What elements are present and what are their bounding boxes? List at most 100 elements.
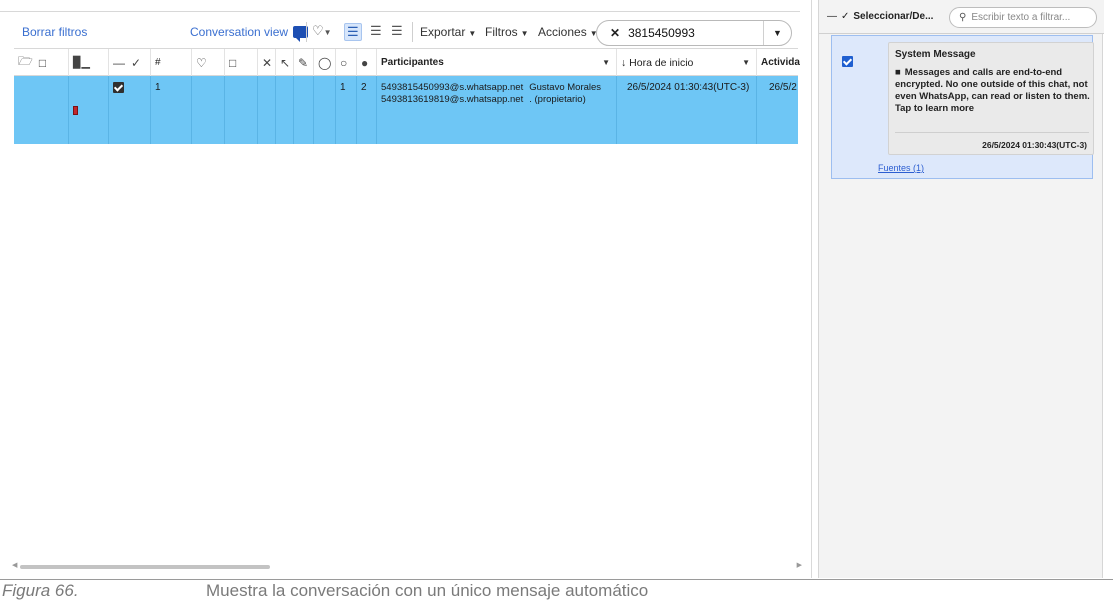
folder-cell [14,76,69,144]
scrollbar-thumb[interactable] [20,565,270,569]
export-menu[interactable]: Exportar ▼ [420,25,476,39]
folder-icon: □ [38,55,47,70]
comment-column-header[interactable]: □ [225,49,258,76]
participant-phone: 5493815450993@s.whatsapp.net [381,82,524,93]
location-cell [314,76,336,144]
list-view-icon[interactable]: ☰ [344,23,362,41]
paperclip-icon: ✎ [298,55,309,70]
chevron-down-icon[interactable]: ▼ [742,58,750,67]
message-panel-toolbar: — ✓ Seleccionar/De... ⚲ Escribir texto a… [819,0,1104,34]
message-filter-input[interactable]: ⚲ Escribir texto a filtrar... [949,7,1097,28]
start-time-cell: 26/5/2024 01:30:43(UTC-3) [617,76,757,144]
select-deselect-label: Seleccionar/De... [853,11,934,22]
conversation-view-label: Conversation view [190,25,289,39]
actions-label: Acciones [538,25,587,39]
folder-column-header[interactable]: 🗁 □ [14,49,69,76]
folder-open-icon: 🗁 [18,54,33,68]
figure-number: Figura 66. [2,581,79,600]
flag-marker [73,106,78,115]
participants-column-header[interactable]: Participantes ▼ [377,49,617,76]
deleted-column-header[interactable]: ✕ [258,49,276,76]
message-bubble: System Message ■ Messages and calls are e… [888,42,1094,155]
check-icon: ✓ [131,55,142,70]
cursor-icon: ↖ [280,55,291,70]
toolbar-divider [306,22,307,42]
participant-phone: 5493813619819@s.whatsapp.net [381,94,524,105]
sources-link[interactable]: Fuentes (1) [878,163,924,173]
number-header-label: # [155,57,161,68]
conversation-view-button[interactable]: Conversation view [190,25,309,42]
filters-menu[interactable]: Filtros ▼ [485,25,529,39]
group-icon: ● [361,55,369,70]
number-cell: 1 [151,76,192,144]
figure-caption: Figura 66. Muestra la conversación con u… [0,579,1113,602]
tag-icon: ♡ [196,55,207,70]
message-body: ■ Messages and calls are end-to-end encry… [895,67,1093,115]
chat-column-header[interactable]: ○ [336,49,357,76]
clear-filters-link[interactable]: Borrar filtros [22,25,87,39]
conversations-table: 🗁 □ ▉▁ — ✓ # ♡ □ ✕ ↖ ✎ ◯ ○ ● Participantes… [14,48,800,144]
conversations-panel: Borrar filtros Conversation view ♡▼ ☰ ☰ … [0,0,812,578]
participant-name: Gustavo Morales [529,82,602,93]
tag-column-header[interactable]: ♡ [192,49,225,76]
figure-description: Muestra la conversación con un único men… [206,581,649,600]
table-header: 🗁 □ ▉▁ — ✓ # ♡ □ ✕ ↖ ✎ ◯ ○ ● Participantes… [14,48,800,76]
actions-menu[interactable]: Acciones ▼ [538,25,598,39]
app-window: Borrar filtros Conversation view ♡▼ ☰ ☰ … [0,0,1113,602]
message-sender: System Message [895,49,976,60]
chat-count-cell: 1 [336,76,357,144]
flag-cell [69,76,109,144]
select-column-header[interactable]: — ✓ [109,49,151,76]
comment-icon: □ [229,55,237,70]
participant-name: . (propietario) [529,94,586,105]
participants-header-label: Participantes [381,57,444,68]
close-icon: ✕ [262,55,273,70]
message-checkbox[interactable] [842,56,853,67]
chat-bubble-icon: ○ [340,55,348,70]
participants-cell: 5493815450993@s.whatsapp.net Gustavo Mora… [377,76,617,144]
search-dropdown-icon[interactable]: ▼ [763,21,791,45]
row-checkbox[interactable] [113,82,124,93]
start-time-header-label: ↓ Hora de inicio [621,56,694,69]
horizontal-scrollbar[interactable]: ◀ ▶ [12,561,802,571]
number-column-header[interactable]: # [151,49,192,76]
toolbar-divider [412,22,413,42]
deleted-cell [258,76,276,144]
start-time-column-header[interactable]: ↓ Hora de inicio ▼ [617,49,757,76]
select-cell[interactable] [109,76,151,144]
dash-icon: — [113,55,125,70]
top-strip [0,0,800,12]
attachment-column-header[interactable]: ✎ [294,49,314,76]
search-icon: ⚲ [959,12,967,23]
activity-cell: 26/5/2 [769,82,797,93]
checklist-icon[interactable]: ☰ [370,23,382,39]
scroll-left-icon[interactable]: ◀ [12,561,17,569]
message-item[interactable]: System Message ■ Messages and calls are e… [831,35,1094,179]
activity-header-label: Activida [761,57,800,68]
comment-cell [225,76,258,144]
filters-label: Filtros [485,25,518,39]
table-row[interactable]: 1 1 2 5493815450993@s.whatsapp.net Gustav… [14,76,798,144]
bar-chart-column-header[interactable]: ▉▁ [69,49,109,76]
check-icon: ✓ [841,11,850,22]
message-panel: — ✓ Seleccionar/De... ⚲ Escribir texto a… [818,0,1104,578]
message-text: Messages and calls are end-to-end encryp… [895,67,1090,114]
activity-column-header[interactable]: Activida [757,49,800,76]
message-filter-placeholder: Escribir texto a filtrar... [971,12,1071,23]
location-pin-icon: ◯ [318,55,332,70]
lock-icon: ■ [895,67,901,78]
toolbar: Borrar filtros Conversation view ♡▼ ☰ ☰ … [0,18,800,48]
bar-chart-icon: ▉▁ [73,57,90,69]
cursor-column-header[interactable]: ↖ [276,49,294,76]
scroll-right-icon[interactable]: ▶ [797,561,802,569]
clear-search-icon[interactable]: ✕ [610,26,620,40]
select-deselect-button[interactable]: — ✓ Seleccionar/De... [827,11,933,22]
group-column-header[interactable]: ● [357,49,377,76]
ordered-list-icon[interactable]: ☰ [391,23,403,39]
search-input[interactable]: ✕ 3815450993 ▼ [596,20,792,46]
location-column-header[interactable]: ◯ [314,49,336,76]
chevron-down-icon[interactable]: ▼ [602,58,610,67]
message-timestamp: 26/5/2024 01:30:43(UTC-3) [982,140,1087,150]
message-divider [895,132,1089,133]
tag-filter-icon[interactable]: ♡▼ [312,23,332,39]
